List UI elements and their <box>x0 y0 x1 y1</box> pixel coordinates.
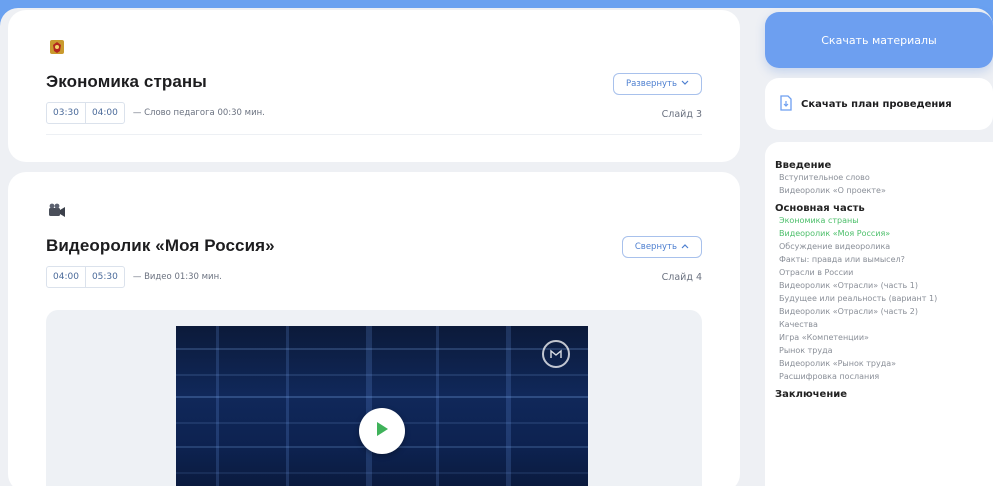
toc-item[interactable]: Видеоролик «Отрасли» (часть 1) <box>775 279 993 292</box>
video-artifact <box>176 472 588 474</box>
timing-row: 04:00 05:30 — Видео 01:30 мин. <box>46 266 222 288</box>
download-materials-button[interactable]: Скачать материалы <box>765 12 993 68</box>
toc-item[interactable]: Игра «Компетенции» <box>775 331 993 344</box>
toc-item[interactable]: Обсуждение видеоролика <box>775 240 993 253</box>
time-start: 03:30 <box>53 108 79 118</box>
document-download-icon <box>779 94 793 114</box>
card-title: Экономика страны <box>46 72 207 91</box>
collapse-button-label: Свернуть <box>634 242 677 252</box>
video-artifact <box>176 374 588 376</box>
expand-button-label: Развернуть <box>625 79 677 89</box>
toc-item[interactable]: Качества <box>775 318 993 331</box>
video-artifact <box>506 326 511 486</box>
toc-section-title: Основная часть <box>775 203 865 214</box>
toc-item[interactable]: Видеоролик «Рынок труда» <box>775 357 993 370</box>
time-start: 04:00 <box>53 272 79 282</box>
table-of-contents: Введение Вступительное слово Видеоролик «О… <box>765 142 993 486</box>
video-artifact <box>436 326 439 486</box>
toc-item[interactable]: Факты: правда или вымысел? <box>775 253 993 266</box>
download-materials-label: Скачать материалы <box>821 33 937 47</box>
video-panel <box>46 310 702 486</box>
slide-number: Слайд 4 <box>661 272 702 283</box>
toc-item[interactable]: Будущее или реальность (вариант 1) <box>775 292 993 305</box>
collapse-button[interactable]: Свернуть <box>621 236 702 258</box>
toc-item[interactable]: Вступительное слово <box>775 171 993 184</box>
timing-note: — Видео 01:30 мин. <box>132 272 222 282</box>
play-button[interactable] <box>359 408 405 454</box>
chevron-down-icon <box>681 79 689 89</box>
video-artifact <box>176 396 588 398</box>
lesson-step-card: Видеоролик «Моя Россия» 04:00 05:30 — Ви… <box>8 172 740 486</box>
timing-note: — Слово педагога 00:30 мин. <box>132 108 265 118</box>
slide-number: Слайд 3 <box>661 109 702 120</box>
toc-item[interactable]: Видеоролик «Моя Россия» <box>775 227 993 240</box>
video-artifact <box>366 326 372 486</box>
lesson-step-card: Экономика страны 03:30 04:00 — Слово пед… <box>8 10 740 162</box>
download-plan-link[interactable]: Скачать план проведения <box>765 78 993 130</box>
time-end: 05:30 <box>84 267 124 287</box>
video-artifact <box>216 326 219 486</box>
time-end: 04:00 <box>84 103 124 123</box>
card-title: Видеоролик «Моя Россия» <box>46 236 275 255</box>
video-camera-icon <box>48 202 66 220</box>
toc-item[interactable]: Отрасли в России <box>775 266 993 279</box>
video-artifact <box>286 326 289 486</box>
toc-item[interactable]: Экономика страны <box>775 214 993 227</box>
expand-button[interactable]: Развернуть <box>612 73 702 95</box>
coat-of-arms-icon <box>48 38 66 56</box>
toc-item[interactable]: Расшифровка послания <box>775 370 993 383</box>
divider <box>46 134 702 135</box>
video-player[interactable] <box>176 326 588 486</box>
toc-section-title: Введение <box>775 160 832 171</box>
chevron-up-icon <box>681 242 689 252</box>
time-range: 03:30 04:00 <box>46 102 125 124</box>
download-plan-label: Скачать план проведения <box>801 98 952 110</box>
toc-item[interactable]: Видеоролик «Отрасли» (часть 2) <box>775 305 993 318</box>
toc-section-title: Заключение <box>775 389 848 400</box>
toc-item[interactable]: Рынок труда <box>775 344 993 357</box>
toc-item[interactable]: Видеоролик «О проекте» <box>775 184 993 197</box>
channel-logo-icon <box>542 340 570 368</box>
play-icon <box>374 420 390 442</box>
timing-row: 03:30 04:00 — Слово педагога 00:30 мин. <box>46 102 265 124</box>
time-range: 04:00 05:30 <box>46 266 125 288</box>
video-artifact <box>176 348 588 350</box>
